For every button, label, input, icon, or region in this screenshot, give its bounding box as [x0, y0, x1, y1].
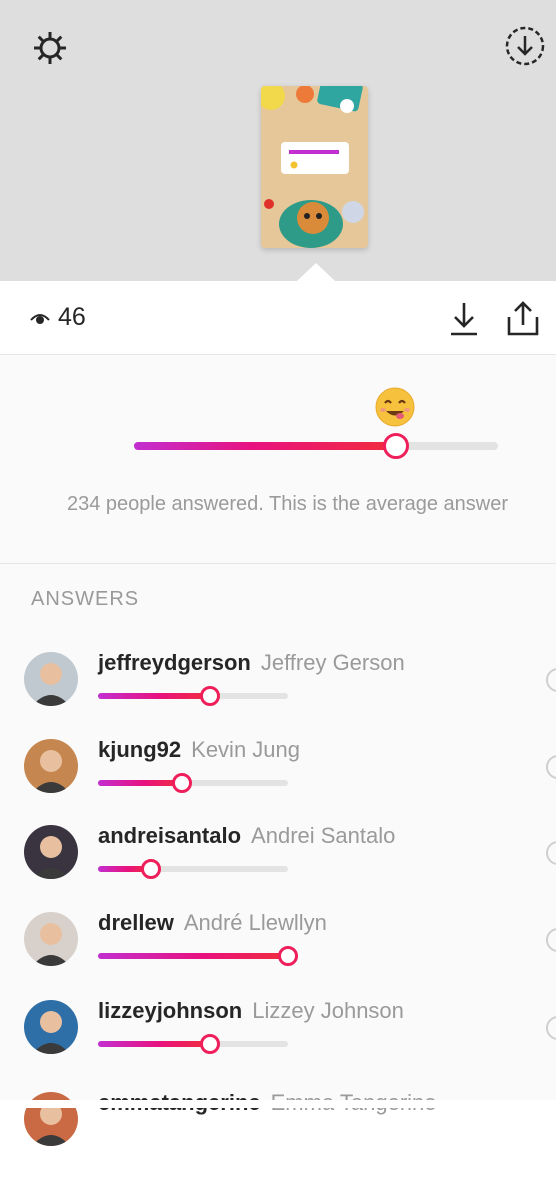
select-circle-icon[interactable]	[546, 668, 556, 692]
answer-username[interactable]: andreisantalo	[98, 823, 241, 848]
share-icon[interactable]	[505, 299, 541, 337]
answer-row[interactable]: drellew André Llewllyn	[0, 910, 556, 998]
answer-name-line: jeffreydgerson Jeffrey Gerson	[98, 650, 405, 676]
answer-username[interactable]: lizzeyjohnson	[98, 998, 242, 1023]
answer-username[interactable]: kjung92	[98, 737, 181, 762]
answer-username[interactable]: jeffreydgerson	[98, 650, 251, 675]
answer-fullname: André Llewllyn	[183, 910, 327, 935]
answer-slider-fill	[98, 953, 288, 959]
answered-summary: 234 people answered. This is the average…	[67, 493, 509, 515]
eye-icon	[30, 314, 50, 324]
slider-emoji	[374, 386, 416, 428]
download-circle-icon[interactable]	[503, 24, 547, 68]
answer-slider-fill	[98, 780, 182, 786]
save-download-icon[interactable]	[449, 299, 479, 337]
gear-icon[interactable]	[30, 28, 70, 68]
avatar[interactable]	[24, 739, 78, 793]
answers-header: ANSWERS	[31, 588, 140, 610]
story-thumbnail[interactable]	[261, 86, 368, 248]
answer-slider-fill	[98, 693, 211, 699]
answer-row[interactable]: lizzeyjohnson Lizzey Johnson	[0, 998, 556, 1086]
answer-row[interactable]: jeffreydgerson Jeffrey Gerson	[0, 650, 556, 738]
answer-slider-knob	[141, 859, 162, 879]
answer-slider-knob	[278, 946, 298, 966]
answer-row[interactable]: andreisantalo Andrei Santalo	[0, 823, 556, 911]
answer-row[interactable]: kjung92 Kevin Jung	[0, 737, 556, 825]
answer-name-line: kjung92 Kevin Jung	[98, 737, 300, 763]
select-circle-icon[interactable]	[546, 928, 556, 952]
views-count: 46	[58, 303, 86, 331]
answer-slider-knob	[200, 1034, 221, 1054]
answer-username[interactable]: drellew	[98, 910, 174, 935]
answer-name-line: lizzeyjohnson Lizzey Johnson	[98, 998, 404, 1024]
average-slider-fill	[134, 442, 397, 450]
average-slider-knob	[383, 433, 410, 459]
thumbnail-pointer	[297, 263, 335, 281]
avatar[interactable]	[24, 825, 78, 879]
answer-fullname: Kevin Jung	[191, 737, 300, 762]
select-circle-icon[interactable]	[546, 1016, 556, 1040]
select-circle-icon[interactable]	[546, 755, 556, 779]
answer-name-line: drellew André Llewllyn	[98, 910, 327, 936]
answer-fullname: Andrei Santalo	[251, 823, 396, 848]
avatar[interactable]	[24, 1000, 78, 1054]
bottom-edge	[0, 1100, 556, 1108]
slider-summary	[0, 355, 556, 564]
answer-slider-knob	[171, 773, 192, 793]
answer-fullname: Jeffrey Gerson	[260, 650, 405, 675]
avatar[interactable]	[24, 652, 78, 706]
select-circle-icon[interactable]	[546, 841, 556, 865]
answer-slider-knob	[200, 686, 221, 706]
answer-fullname: Lizzey Johnson	[252, 998, 404, 1023]
avatar[interactable]	[24, 912, 78, 966]
answer-slider-fill	[98, 1041, 211, 1047]
story-image	[261, 86, 368, 248]
answer-name-line: andreisantalo Andrei Santalo	[98, 823, 395, 849]
